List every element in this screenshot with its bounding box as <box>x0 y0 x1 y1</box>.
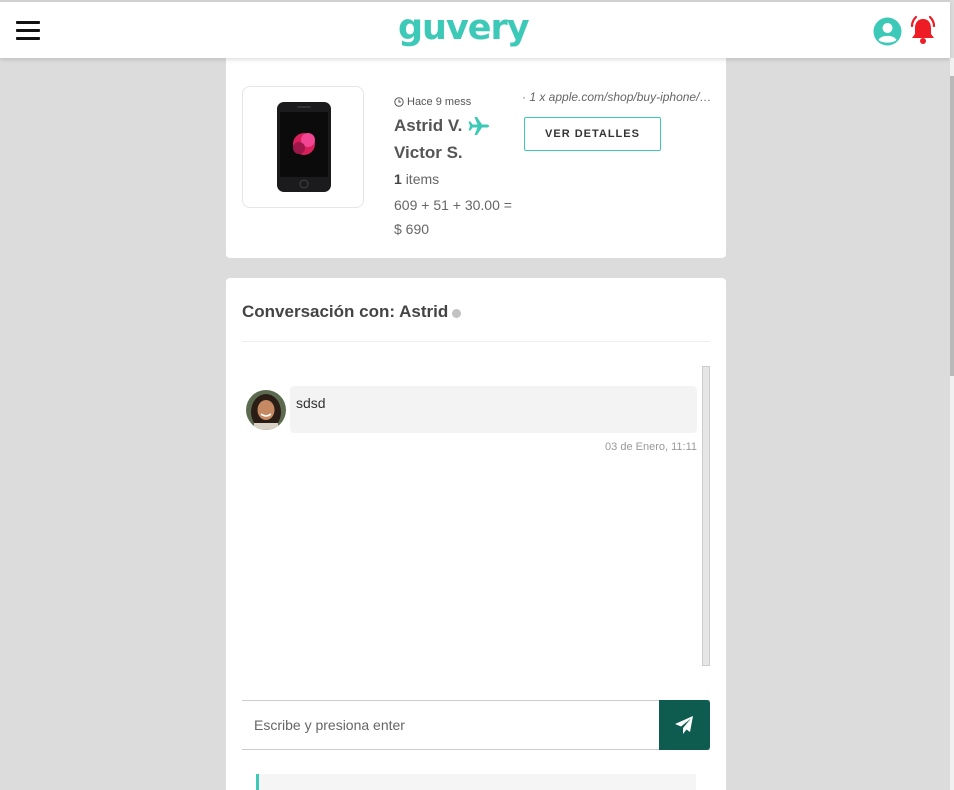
order-card: Hace 9 mess Astrid V. Victor S. 1 items … <box>226 50 726 258</box>
traveler-row: Astrid V. <box>394 112 524 139</box>
online-status-dot <box>452 309 462 318</box>
item-link[interactable]: · 1 x apple.com/shop/buy-iphone/iphone-7 <box>522 90 714 104</box>
menu-icon[interactable] <box>16 21 40 40</box>
product-image[interactable] <box>242 86 364 208</box>
guvery-logo[interactable]: guvery <box>398 8 530 48</box>
iphone-image <box>277 102 331 192</box>
messages-list[interactable]: sdsd 03 de Enero, 11:11 <box>242 366 712 666</box>
clock-icon <box>394 97 404 107</box>
notification-bell-icon[interactable] <box>907 15 939 47</box>
airplane-icon <box>468 116 490 135</box>
order-time-text: Hace 9 mess <box>407 96 472 108</box>
send-icon <box>675 716 693 734</box>
message-timestamp: 03 de Enero, 11:11 <box>605 441 697 453</box>
messages-scrollbar[interactable] <box>702 366 710 666</box>
divider <box>242 341 710 342</box>
chat-title: Conversación con: Astrid <box>242 302 462 322</box>
page-scrollbar[interactable] <box>950 58 954 790</box>
message-composer <box>242 700 710 750</box>
chat-card: Conversación con: Astrid sdsd 03 de Ener… <box>226 278 726 790</box>
notice-box <box>256 774 696 790</box>
message-input[interactable] <box>242 701 659 749</box>
order-info: Hace 9 mess Astrid V. Victor S. 1 items … <box>394 96 524 241</box>
price-total: $ 690 <box>394 221 430 237</box>
price-formula: 609 + 51 + 30.00 = <box>394 197 512 213</box>
order-time: Hace 9 mess <box>394 96 524 108</box>
traveler-name: Astrid V. <box>394 115 463 135</box>
price-breakdown: 609 + 51 + 30.00 = $ 690 <box>394 193 524 241</box>
buyer-row: Victor S. <box>394 139 524 166</box>
user-account-icon[interactable] <box>873 17 902 46</box>
buyer-name: Victor S. <box>394 142 463 162</box>
top-navbar: guvery <box>0 0 950 58</box>
items-count: 1 items <box>394 171 524 187</box>
page-scrollbar-thumb[interactable] <box>950 76 954 376</box>
message-text: sdsd <box>296 395 326 411</box>
chat-title-text: Conversación con: Astrid <box>242 302 449 321</box>
send-button[interactable] <box>659 700 710 750</box>
avatar <box>246 390 286 430</box>
items-count-number: 1 <box>394 171 402 187</box>
message-bubble: sdsd <box>290 386 697 433</box>
items-count-label: items <box>405 171 440 187</box>
view-details-button[interactable]: VER DETALLES <box>524 117 661 151</box>
user-avatar-image <box>246 390 286 430</box>
